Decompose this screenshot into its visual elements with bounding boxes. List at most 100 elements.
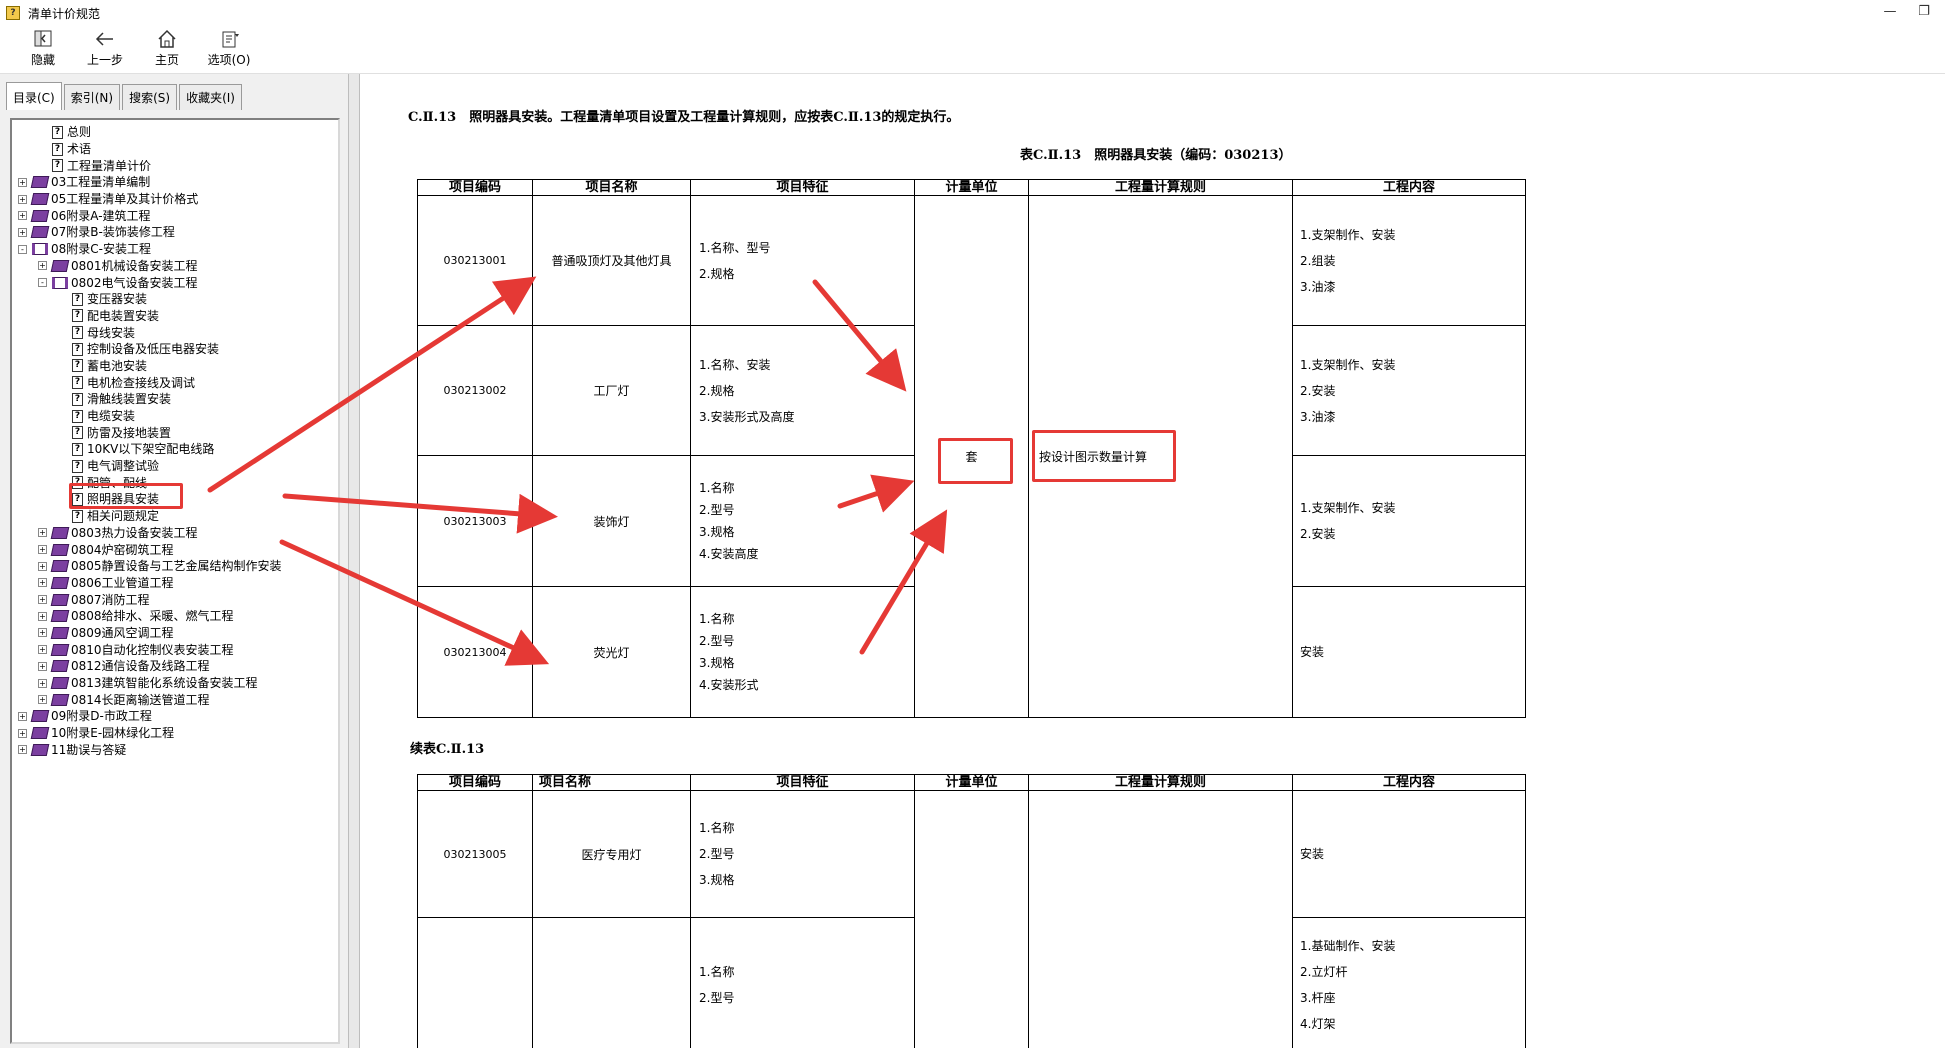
expand-icon[interactable]: + xyxy=(38,528,47,538)
book-icon xyxy=(50,560,70,573)
tree-item-label: 控制设备及低压电器安装 xyxy=(87,342,220,357)
item-name-cell: 医疗专用灯 xyxy=(532,790,691,918)
tree-item[interactable]: ? 电气调整试验 xyxy=(12,458,338,475)
expand-icon[interactable]: + xyxy=(38,645,47,655)
table-caption: 表C.Ⅱ.13 照明器具安装（编码：030213） xyxy=(1020,148,1292,163)
expand-icon[interactable]: + xyxy=(38,578,47,588)
tree-item[interactable]: +0810自动化控制仪表安装工程 xyxy=(12,641,338,658)
feature-line: 1.名称、安装 xyxy=(699,357,771,372)
expand-icon[interactable]: + xyxy=(18,211,27,221)
tree-item[interactable]: - 0802电气设备安装工程 xyxy=(12,274,338,291)
tree-item[interactable]: +0812通信设备及线路工程 xyxy=(12,658,338,675)
tree-item[interactable]: +07附录B-装饰装修工程 xyxy=(12,224,338,241)
expand-icon[interactable]: + xyxy=(38,695,47,705)
home-label: 主页 xyxy=(154,53,179,67)
home-button[interactable]: 主页 xyxy=(136,26,198,72)
contents-tree[interactable]: ? 总则? 术语? 工程量清单计价 +03工程量清单编制 +05工程量清单及其计价格式 +0… xyxy=(10,118,340,1044)
tab-search[interactable]: 搜索(S) xyxy=(122,84,178,110)
tree-item[interactable]: +05工程量清单及其计价格式 xyxy=(12,191,338,208)
expand-icon[interactable]: + xyxy=(38,561,47,571)
tree-item[interactable]: +0806工业管道工程 xyxy=(12,575,338,592)
tree-item[interactable]: - 08附录C-安装工程 xyxy=(12,241,338,258)
tree-item[interactable]: ? 蓄电池安装 xyxy=(12,358,338,375)
hide-button[interactable]: 隐藏 xyxy=(12,26,74,72)
tree-item[interactable]: +09附录D-市政工程 xyxy=(12,708,338,725)
collapse-icon[interactable]: - xyxy=(18,244,27,254)
expand-icon[interactable]: + xyxy=(18,745,27,755)
tree-item-label: 滑触线装置安装 xyxy=(87,392,172,407)
tree-item[interactable]: +0801机械设备安装工程 xyxy=(12,258,338,275)
tree-item[interactable]: ? 工程量清单计价 xyxy=(12,157,338,174)
collapse-icon[interactable]: - xyxy=(38,278,47,288)
tree-item[interactable]: ? 防雷及接地装置 xyxy=(12,424,338,441)
tree-item[interactable]: +0808给排水、采暖、燃气工程 xyxy=(12,608,338,625)
feature-line: 2.型号 xyxy=(699,634,735,648)
tree-item[interactable]: +0804炉窑砌筑工程 xyxy=(12,541,338,558)
tree-item[interactable]: +0805静置设备与工艺金属结构制作安装 xyxy=(12,558,338,575)
restore-button[interactable]: ❐ xyxy=(1909,4,1939,22)
expand-icon[interactable]: + xyxy=(38,628,47,638)
item-name-cell: 装饰灯 xyxy=(532,455,691,587)
table-row: 030213005 医疗专用灯 1.名称 2.型号 3.规格 安装 xyxy=(417,790,1526,1048)
expand-icon[interactable]: + xyxy=(18,711,27,721)
help-page-icon: ? xyxy=(52,142,63,156)
col-header-work: 工程内容 xyxy=(1292,179,1526,196)
tab-favorites[interactable]: 收藏夹(I) xyxy=(179,84,242,110)
tree-item[interactable]: ? 母线安装 xyxy=(12,324,338,341)
expand-icon[interactable]: + xyxy=(38,678,47,688)
expand-icon[interactable]: + xyxy=(18,177,27,187)
expand-icon[interactable]: + xyxy=(18,728,27,738)
tree-item[interactable]: ? 配电装置安装 xyxy=(12,308,338,325)
tree-item-label: 母线安装 xyxy=(87,325,136,340)
tree-item-label: 0808给排水、采暖、燃气工程 xyxy=(71,609,234,624)
tree-item[interactable]: ? 电机检查接线及调试 xyxy=(12,374,338,391)
title-bar: ? 清单计价规范 — ❐ xyxy=(0,0,1945,26)
expand-icon[interactable]: + xyxy=(38,661,47,671)
tree-item[interactable]: +0809通风空调工程 xyxy=(12,625,338,642)
help-page-icon: ? xyxy=(72,292,83,306)
tree-item[interactable]: +10附录E-园林绿化工程 xyxy=(12,725,338,742)
tree-item[interactable]: ? 控制设备及低压电器安装 xyxy=(12,341,338,358)
expand-icon[interactable]: + xyxy=(18,227,27,237)
help-page-icon: ? xyxy=(72,409,83,423)
tree-item[interactable]: +11勘误与答疑 xyxy=(12,741,338,758)
work-line: 2.组装 xyxy=(1300,253,1336,268)
tree-item[interactable]: ? 变压器安装 xyxy=(12,291,338,308)
expand-icon[interactable]: + xyxy=(38,545,47,555)
tree-item[interactable]: +0814长距离输送管道工程 xyxy=(12,691,338,708)
pane-splitter[interactable] xyxy=(348,74,360,1048)
expand-icon[interactable]: + xyxy=(38,611,47,621)
unit-cell xyxy=(914,790,1029,1048)
minimize-button[interactable]: — xyxy=(1875,4,1905,22)
tree-item[interactable]: +06附录A-建筑工程 xyxy=(12,207,338,224)
tab-index[interactable]: 索引(N) xyxy=(63,84,121,110)
tree-item[interactable]: +0807消防工程 xyxy=(12,591,338,608)
features-cell: 1.名称 2.型号 3.规格 xyxy=(690,790,915,918)
tree-item[interactable]: +0813建筑智能化系统设备安装工程 xyxy=(12,675,338,692)
tab-contents[interactable]: 目录(C) xyxy=(6,82,62,110)
tree-item[interactable]: ? 术语 xyxy=(12,141,338,158)
open-book-icon xyxy=(52,276,68,289)
expand-icon[interactable]: + xyxy=(38,595,47,605)
help-page-icon: ? xyxy=(72,342,83,356)
tree-item[interactable]: ? 总则 xyxy=(12,124,338,141)
tree-item[interactable]: ? 滑触线装置安装 xyxy=(12,391,338,408)
tree-item[interactable]: +0803热力设备安装工程 xyxy=(12,525,338,542)
unit-highlight-box xyxy=(938,438,1013,484)
back-button[interactable]: 上一步 xyxy=(74,26,136,72)
expand-icon[interactable]: + xyxy=(38,261,47,271)
table-row: 030213001 普通吸顶灯及其他灯具 1.名称、型号 2.规格套按设计图示数量计算… xyxy=(417,195,1526,718)
work-line: 安装 xyxy=(1300,847,1325,861)
tree-item[interactable]: ? 电缆安装 xyxy=(12,408,338,425)
tree-item-label: 变压器安装 xyxy=(87,292,148,307)
tree-item-label: 电缆安装 xyxy=(87,409,136,424)
feature-line: 1.名称 xyxy=(699,481,735,495)
feature-line: 2.型号 xyxy=(699,991,735,1005)
tree-item[interactable]: +03工程量清单编制 xyxy=(12,174,338,191)
tree-item[interactable]: ? 10KV以下架空配电线路 xyxy=(12,441,338,458)
work-line: 4.灯架 xyxy=(1300,1017,1336,1031)
col-header-unit: 计量单位 xyxy=(914,774,1029,791)
options-button[interactable]: 选项(O) xyxy=(198,26,260,72)
expand-icon[interactable]: + xyxy=(18,194,27,204)
tree-item[interactable]: ? 相关问题规定 xyxy=(12,508,338,525)
